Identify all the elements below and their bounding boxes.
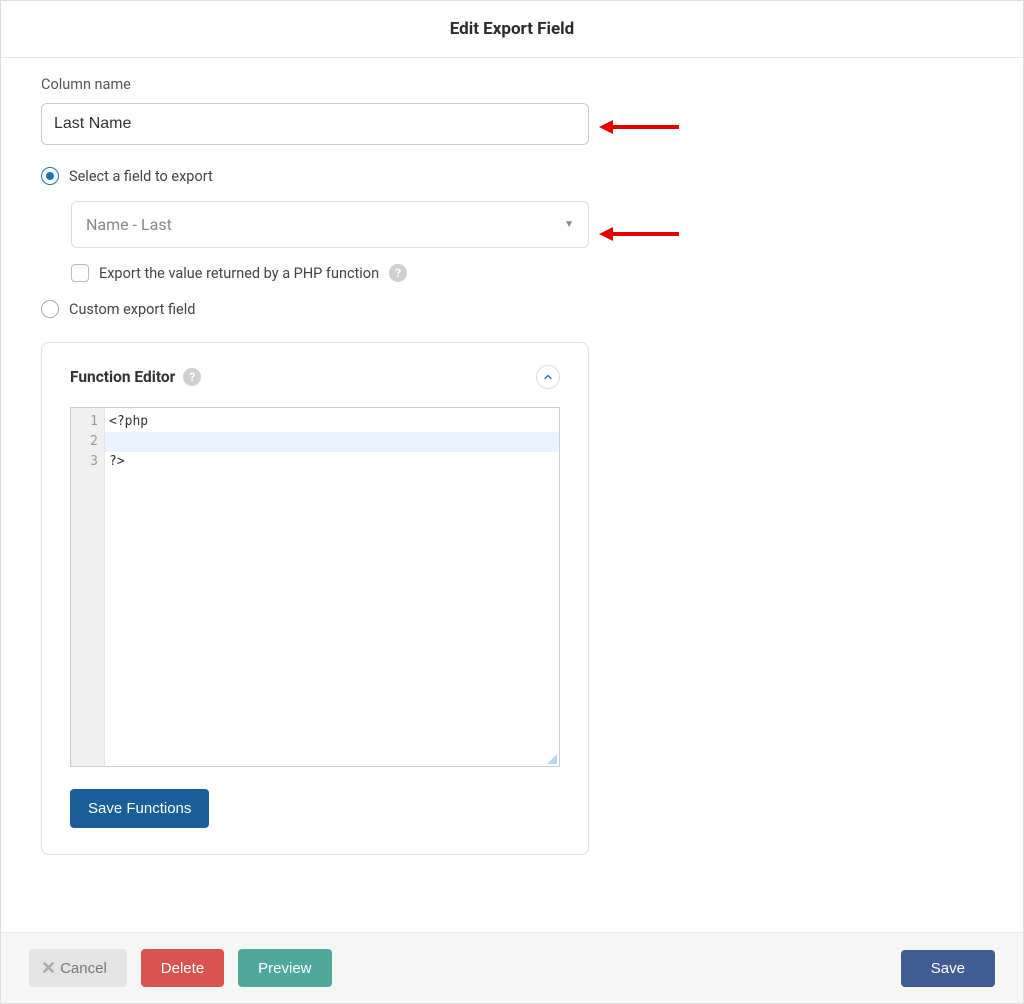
line-number: 2 <box>71 432 104 452</box>
php-function-checkbox-label: Export the value returned by a PHP funct… <box>99 265 379 282</box>
field-select-dropdown[interactable]: Name - Last ▼ <box>71 201 589 248</box>
line-number: 3 <box>71 452 104 472</box>
field-select-value: Name - Last <box>86 215 172 234</box>
custom-export-radio-row[interactable]: Custom export field <box>41 300 983 318</box>
column-name-label: Column name <box>41 76 983 93</box>
save-button[interactable]: Save <box>901 950 995 987</box>
close-icon: ✕ <box>41 959 56 977</box>
select-field-radio-row[interactable]: Select a field to export <box>41 167 983 185</box>
chevron-up-icon <box>542 371 554 383</box>
help-icon[interactable]: ? <box>389 264 407 282</box>
code-line: ?> <box>105 452 559 472</box>
php-function-checkbox-row[interactable]: Export the value returned by a PHP funct… <box>71 264 983 282</box>
function-editor-header: Function Editor ? <box>70 365 560 389</box>
code-line: <?php <box>105 412 559 432</box>
dialog-content: Column name Select a field to export Nam… <box>1 58 1023 875</box>
line-number: 1 <box>71 412 104 432</box>
collapse-button[interactable] <box>536 365 560 389</box>
code-gutter: 1 2 3 <box>71 408 105 766</box>
cancel-button[interactable]: ✕ Cancel <box>29 949 127 987</box>
preview-button[interactable]: Preview <box>238 949 331 987</box>
function-editor-title: Function Editor <box>70 368 175 386</box>
select-field-radio-label: Select a field to export <box>69 168 213 185</box>
dialog-header: Edit Export Field <box>1 1 1023 58</box>
cancel-button-label: Cancel <box>60 960 107 977</box>
select-field-options: Name - Last ▼ Export the value returned … <box>41 201 983 282</box>
custom-export-radio-label: Custom export field <box>69 301 195 318</box>
code-area[interactable]: <?php ?> <box>105 408 559 766</box>
delete-button[interactable]: Delete <box>141 949 224 987</box>
radio-icon-unchecked <box>41 300 59 318</box>
dialog-footer: ✕ Cancel Delete Preview Save <box>1 932 1023 1003</box>
radio-icon-checked <box>41 167 59 185</box>
code-editor[interactable]: 1 2 3 <?php ?> <box>70 407 560 767</box>
column-name-input[interactable] <box>41 103 589 145</box>
checkbox-icon <box>71 264 89 282</box>
chevron-down-icon: ▼ <box>564 219 574 230</box>
function-editor-panel: Function Editor ? 1 2 3 <?php ?> Sa <box>41 342 589 855</box>
resize-handle-icon[interactable] <box>547 754 557 764</box>
code-line-active <box>105 432 559 452</box>
save-functions-button[interactable]: Save Functions <box>70 789 209 828</box>
help-icon[interactable]: ? <box>183 368 201 386</box>
dialog-title: Edit Export Field <box>1 19 1023 39</box>
